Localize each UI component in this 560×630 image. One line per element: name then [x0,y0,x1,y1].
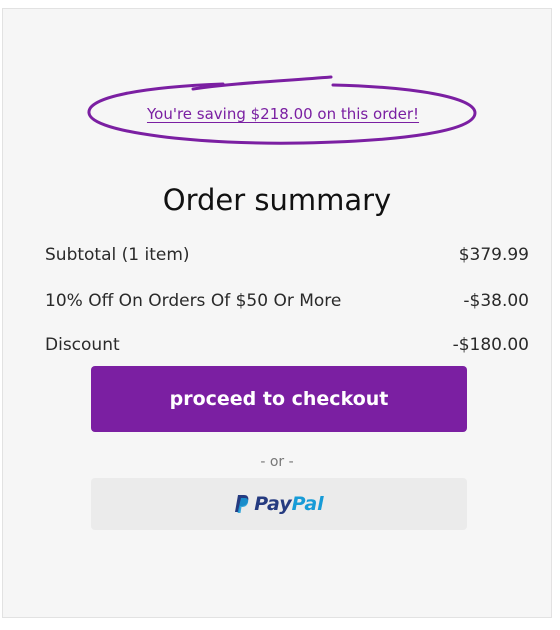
paypal-text-pay: Pay [254,493,292,515]
subtotal-label: Subtotal (1 item) [45,245,190,265]
summary-row-discount: Discount -$180.00 [45,335,529,355]
savings-callout: You're saving $218.00 on this order! [83,69,483,159]
savings-link[interactable]: You're saving $218.00 on this order! [83,105,483,123]
discount-value: -$180.00 [452,335,529,355]
order-summary-card: You're saving $218.00 on this order! Ord… [2,8,552,618]
discount-label: Discount [45,335,120,355]
order-summary-title: Order summary [162,183,392,217]
paypal-button[interactable]: Pay Pal [91,478,467,530]
subtotal-value: $379.99 [458,245,529,265]
proceed-to-checkout-button[interactable]: proceed to checkout [91,366,467,432]
summary-row-promo: 10% Off On Orders Of $50 Or More -$38.00 [45,291,529,311]
paypal-text-pal: Pal [291,493,324,515]
promo-label: 10% Off On Orders Of $50 Or More [45,291,342,311]
promo-value: -$38.00 [463,291,529,311]
or-divider: - or - [260,454,294,470]
paypal-logo-icon [234,494,250,514]
summary-row-subtotal: Subtotal (1 item) $379.99 [45,245,529,265]
